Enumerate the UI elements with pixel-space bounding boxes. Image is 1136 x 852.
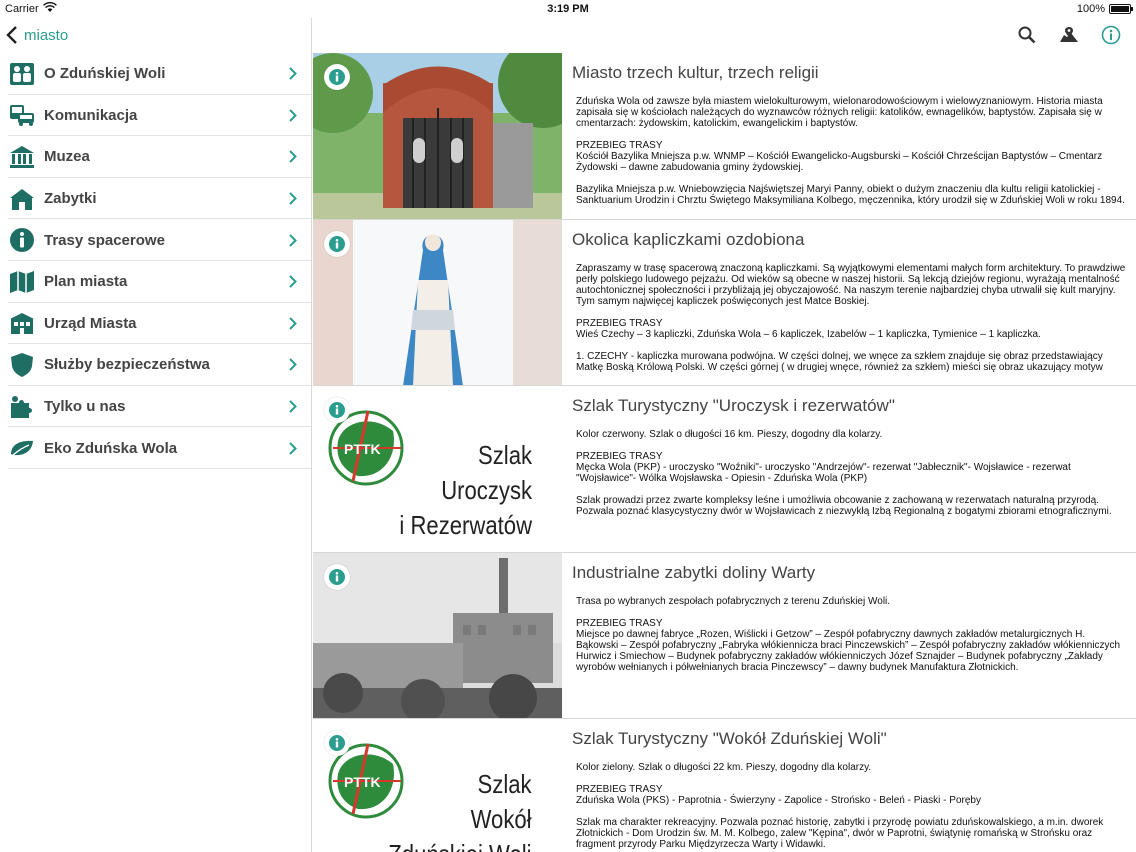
chevron-right-icon [289,67,311,81]
route-info-button[interactable] [324,397,350,423]
map-icon [0,270,44,294]
city-hall-icon [0,311,44,335]
chevron-left-icon [6,26,17,44]
route-photo-cemetery-gate [313,53,562,219]
chevron-right-icon [289,109,311,122]
transport-icon [0,103,44,127]
route-description: Trasa po wybranych zespołach pofabryczny… [576,595,1121,673]
people-icon [0,62,44,86]
route-title: Industrialne zabytki doliny Warty [572,562,816,582]
list-item[interactable]: Okolica kapliczkami ozdobiona Zapraszamy… [313,219,1136,386]
chevron-right-icon [289,192,311,205]
map-button[interactable] [1058,24,1080,46]
sidebar-item-komunikacja[interactable]: Komunikacja [0,95,311,137]
battery-indicator: 100% [1076,3,1133,15]
info-icon [329,568,345,585]
info-icon [1101,25,1121,45]
leaf-icon [0,438,44,458]
chevron-right-icon [289,150,311,164]
sidebar-item-label: Komunikacja [44,106,138,124]
route-content: Okolica kapliczkami ozdobiona Zapraszamy… [572,220,1128,373]
route-photo-madonna-statue [313,219,562,386]
route-title: Miasto trzech kultur, trzech religii [572,63,819,82]
list-item[interactable]: PTTK Szlak Wokół Zduńskiej Woli Szlak Tu… [313,719,1136,852]
info-icon [0,227,44,253]
monument-icon [0,187,44,211]
sidebar-item-label: Tylko u nas [44,398,126,416]
search-button[interactable] [1016,24,1038,46]
chevron-right-icon [289,400,311,413]
back-button[interactable]: miasto [6,24,68,46]
chevron-right-icon [289,441,311,455]
route-content: Szlak Turystyczny "Uroczysk i rezerwatów… [572,386,1128,517]
route-title: Okolica kapliczkami ozdobiona [572,229,805,249]
route-content: Miasto trzech kultur, trzech religii Zdu… [572,53,1128,206]
route-description: Zduńska Wola od zawsze była miastem wiel… [576,96,1125,206]
puzzle-icon [0,395,44,419]
sidebar-item-label: O Zduńskiej Woli [44,65,166,83]
chevron-right-icon [289,233,311,247]
route-sign-text: Szlak Uroczysk i Rezerwatów [399,440,532,540]
route-photo-factory [313,552,562,719]
sidebar-item-urzad-miasta[interactable]: Urząd Miasta [0,303,311,345]
route-title: Szlak Turystyczny "Uroczysk i rezerwatów… [572,396,895,415]
battery-percent: 100% [1076,3,1105,15]
route-sign-wokol: PTTK Szlak Wokół Zduńskiej Woli [313,719,562,852]
route-sign-text: Szlak Wokół Zduńskiej Woli [389,769,532,852]
sidebar-item-label: Zabytki [44,190,97,208]
status-bar: Carrier 3:19 PM 100% [0,0,1136,18]
route-info-button[interactable] [324,230,350,257]
route-sign-uroczysk: PTTK Szlak Uroczysk i Rezerwatów [313,386,562,552]
route-content: Industrialne zabytki doliny Warty Trasa … [572,553,1128,673]
info-icon [329,235,345,252]
route-description: Zapraszamy w trasę spacerową znaczoną ka… [576,262,1126,373]
route-info-button[interactable] [324,730,350,756]
route-list: Miasto trzech kultur, trzech religii Zdu… [313,53,1136,852]
sidebar-item-o-zdunskiej-woli[interactable]: O Zduńskiej Woli [0,53,311,95]
sidebar-item-sluzby-bezpieczenstwa[interactable]: Służby bezpieczeństwa [0,344,311,386]
sidebar-item-label: Służby bezpieczeństwa [44,356,210,374]
sidebar-item-label: Eko Zduńska Wola [44,439,178,457]
svg-text:PTTK: PTTK [344,774,381,790]
sidebar-item-label: Trasy spacerowe [44,231,165,249]
sidebar-item-label: Muzea [44,148,90,166]
top-toolbar [313,18,1136,53]
route-info-button[interactable] [324,64,350,90]
map-pin-icon [1060,27,1078,42]
sidebar-item-label: Urząd Miasta [44,314,137,332]
sidebar-item-trasy-spacerowe[interactable]: Trasy spacerowe [0,219,311,261]
chevron-right-icon [289,275,311,288]
info-button[interactable] [1100,24,1122,46]
search-icon [1018,26,1036,44]
info-icon [329,402,345,418]
clock: 3:19 PM [547,3,589,15]
museum-icon [0,145,44,169]
route-info-button[interactable] [324,563,350,590]
sidebar-menu: O Zduńskiej Woli Komunikacja Muzea Zabyt… [0,53,311,469]
list-item[interactable]: Miasto trzech kultur, trzech religii Zdu… [313,53,1136,220]
chevron-right-icon [289,317,311,330]
shield-icon [0,352,44,378]
back-label: miasto [24,26,69,44]
list-item[interactable]: Industrialne zabytki doliny Warty Trasa … [313,552,1136,719]
route-description: Kolor czerwony. Szlak o długości 16 km. … [576,429,1112,517]
route-title: Szlak Turystyczny "Wokół Zduńskiej Woli" [572,729,887,748]
sidebar-item-tylko-u-nas[interactable]: Tylko u nas [0,386,311,428]
list-item[interactable]: PTTK Szlak Uroczysk i Rezerwatów Szlak T… [313,386,1136,553]
battery-icon [1109,4,1133,14]
svg-text:PTTK: PTTK [344,441,381,457]
route-description: Kolor zielony. Szlak o długości 22 km. P… [576,762,1104,850]
info-icon [329,69,345,85]
sidebar-item-eko-zdunska-wola[interactable]: Eko Zduńska Wola [0,427,311,469]
route-content: Szlak Turystyczny "Wokół Zduńskiej Woli"… [572,719,1128,850]
sidebar-item-plan-miasta[interactable]: Plan miasta [0,261,311,303]
sidebar-item-muzea[interactable]: Muzea [0,136,311,178]
chevron-right-icon [289,358,311,372]
info-icon [329,735,345,751]
sidebar-item-label: Plan miasta [44,273,128,291]
sidebar: miasto O Zduńskiej Woli Komunikacja Muze… [0,18,312,852]
sidebar-item-zabytki[interactable]: Zabytki [0,178,311,220]
